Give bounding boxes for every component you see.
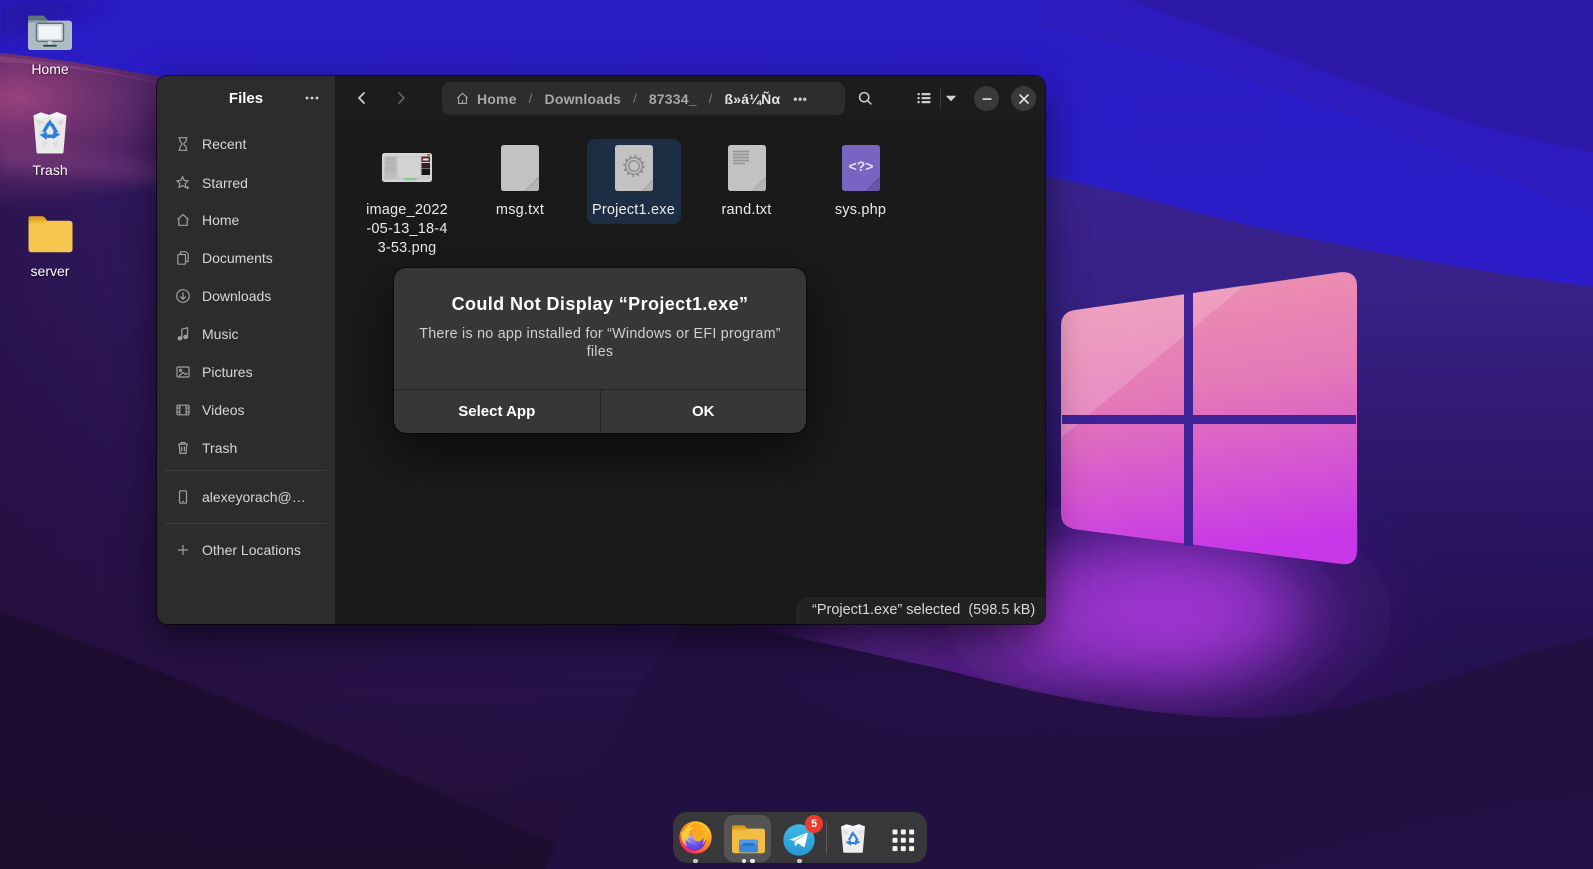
svg-text:<?>: <?> [848, 158, 873, 174]
